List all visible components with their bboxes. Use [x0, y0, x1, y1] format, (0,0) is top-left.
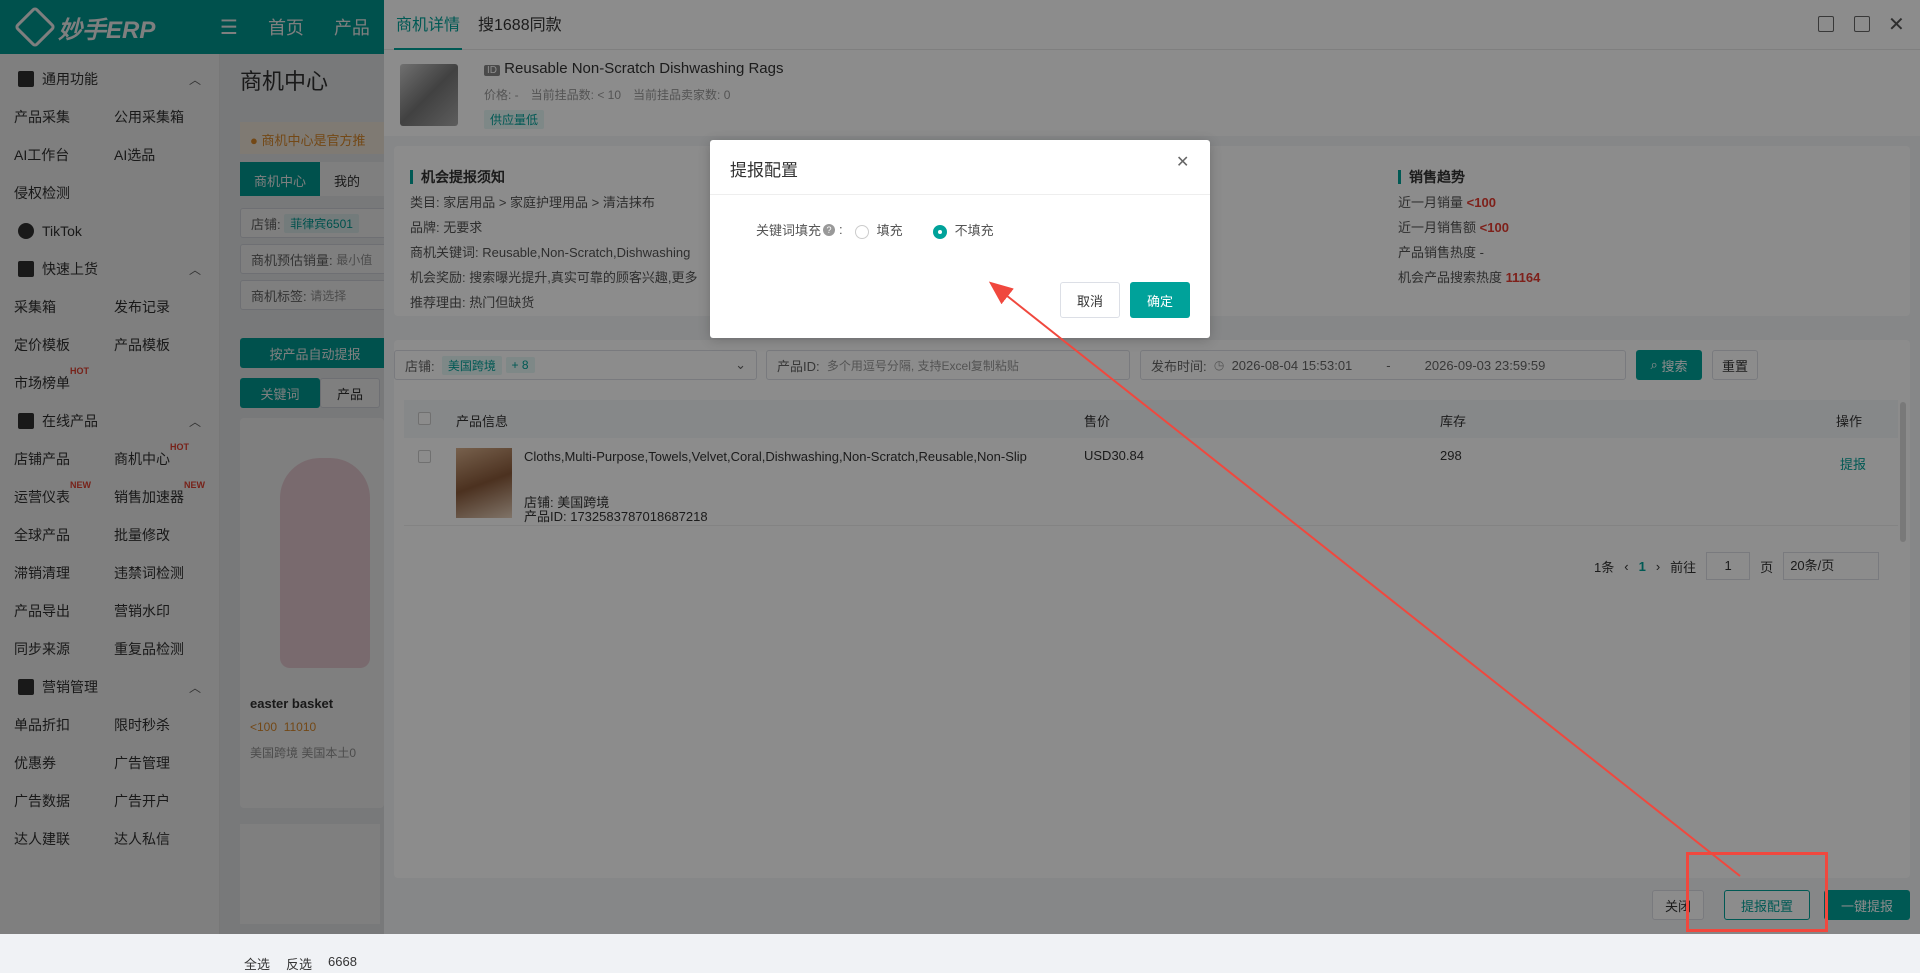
select-all-button[interactable]: 全选 [244, 954, 270, 973]
count-text: 6668 [328, 954, 357, 969]
select-bar: 全选 反选 6668 [244, 954, 357, 973]
annotation-arrow [988, 281, 1741, 877]
invert-select-button[interactable]: 反选 [286, 954, 312, 973]
